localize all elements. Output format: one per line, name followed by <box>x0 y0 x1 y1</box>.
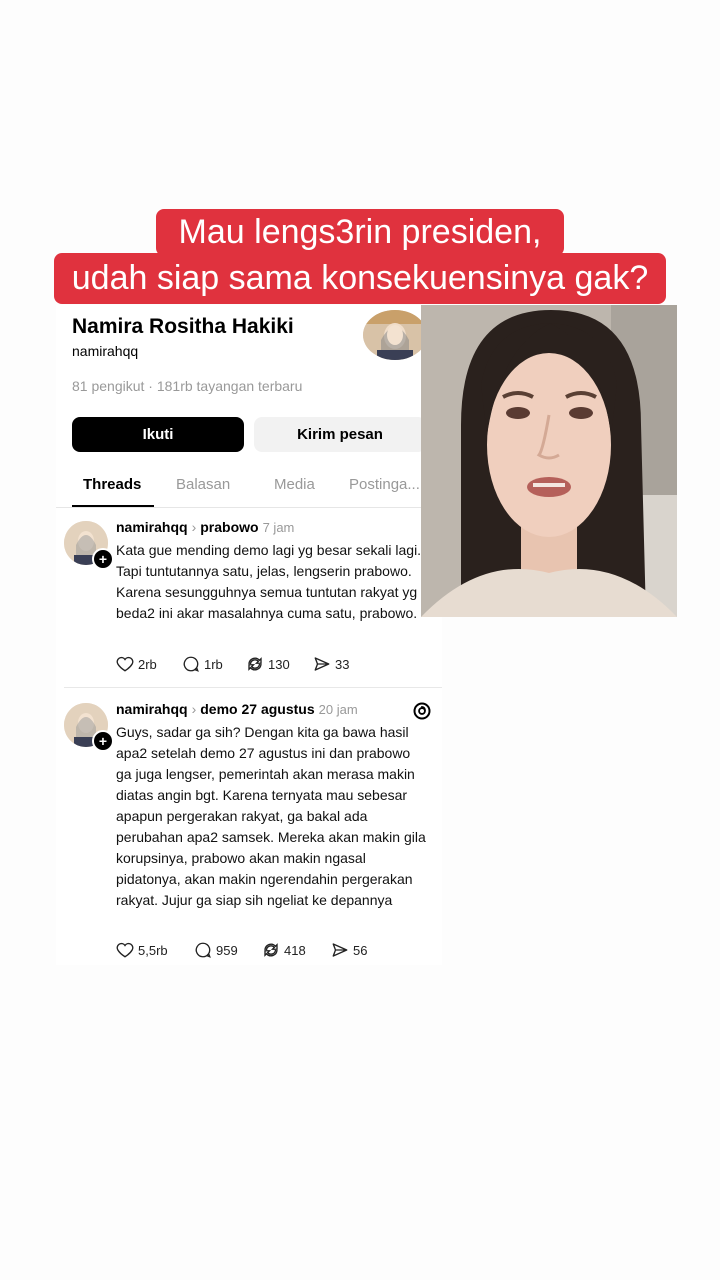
follow-plus-icon[interactable]: + <box>92 548 114 570</box>
reply-button[interactable]: 1rb <box>182 655 223 673</box>
profile-name: Namira Rositha Hakiki <box>72 315 294 338</box>
follow-plus-icon[interactable]: + <box>92 730 114 752</box>
post-text: Kata gue mending demo lagi yg besar seka… <box>116 542 422 621</box>
repost-icon <box>248 657 262 671</box>
post-header: namirahqq › prabowo 7 jam <box>116 519 294 535</box>
post-text: Guys, sadar ga sih? Dengan kita ga bawa … <box>116 724 426 908</box>
tab-media[interactable]: Media <box>274 476 315 493</box>
comment-icon <box>195 942 211 958</box>
chevron-right-icon: › <box>191 519 197 535</box>
heart-icon <box>116 656 134 672</box>
caption-line-2: udah siap sama konsekuensinya gak? <box>54 253 666 304</box>
repost-button[interactable]: 418 <box>262 941 306 959</box>
profile-handle: namirahqq <box>72 343 139 359</box>
post-topic[interactable]: demo 27 agustus <box>200 701 314 717</box>
threads-logo-icon[interactable] <box>412 701 432 721</box>
threads-profile-card: Namira Rositha Hakiki namirahqq 81 pengi… <box>56 305 442 965</box>
repost-button[interactable]: 130 <box>246 655 290 673</box>
like-count: 5,5rb <box>138 942 168 958</box>
follow-button[interactable]: Ikuti <box>72 417 244 452</box>
post-divider <box>64 687 442 688</box>
share-button[interactable]: 56 <box>331 941 367 959</box>
repost-icon <box>264 943 278 957</box>
heart-icon <box>116 942 134 958</box>
tab-reposts[interactable]: Postinga... <box>349 476 420 493</box>
tab-replies[interactable]: Balasan <box>176 476 230 493</box>
presenter-video <box>421 305 677 617</box>
profile-avatar[interactable] <box>363 310 427 360</box>
like-count: 2rb <box>138 656 157 672</box>
tab-threads[interactable]: Threads <box>83 476 141 493</box>
post-username[interactable]: namirahqq <box>116 701 188 717</box>
share-count: 33 <box>335 656 350 672</box>
comment-icon <box>183 656 199 672</box>
post-header: namirahqq › demo 27 agustus 20 jam <box>116 701 358 717</box>
send-icon <box>314 657 330 671</box>
send-message-button[interactable]: Kirim pesan <box>254 417 426 452</box>
active-tab-indicator <box>72 505 154 507</box>
repost-count: 130 <box>268 656 290 672</box>
like-button[interactable]: 5,5rb <box>116 941 168 959</box>
caption-line-1: Mau lengs3rin presiden, <box>156 209 564 256</box>
chevron-right-icon: › <box>191 701 197 717</box>
presenter-image <box>421 305 677 617</box>
post-time: 20 jam <box>318 702 358 717</box>
share-button[interactable]: 33 <box>313 655 349 673</box>
reply-button[interactable]: 959 <box>194 941 238 959</box>
reply-count: 959 <box>216 942 238 958</box>
repost-count: 418 <box>284 942 306 958</box>
post-time: 7 jam <box>262 520 295 535</box>
post-topic[interactable]: prabowo <box>200 519 258 535</box>
share-count: 56 <box>353 942 368 958</box>
post-username[interactable]: namirahqq <box>116 519 188 535</box>
like-button[interactable]: 2rb <box>116 655 157 673</box>
profile-tabs: Threads Balasan Media Postinga... <box>56 473 442 508</box>
reply-count: 1rb <box>204 656 223 672</box>
profile-stats: 81 pengikut · 181rb tayangan terbaru <box>72 378 303 394</box>
send-icon <box>332 943 348 957</box>
